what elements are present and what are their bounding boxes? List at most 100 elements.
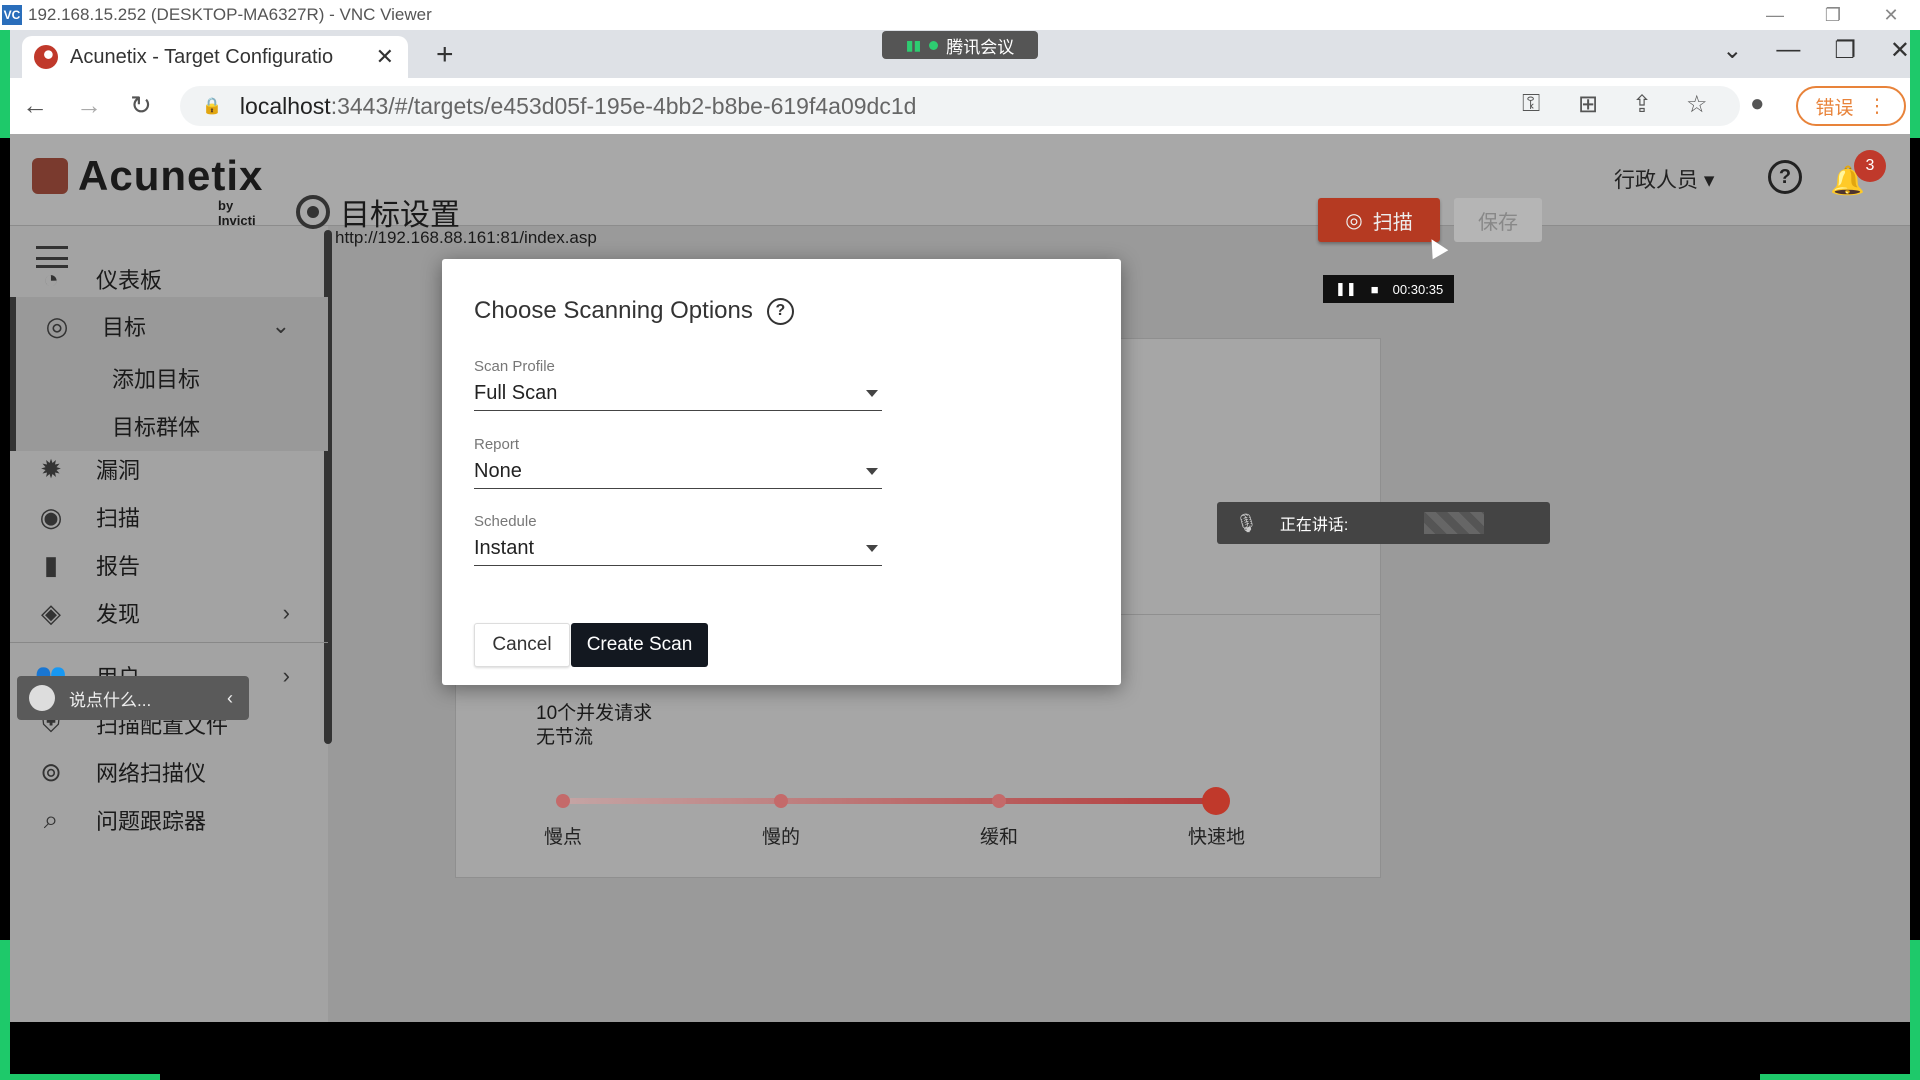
app-header: Acunetix by Invicti 行政人员 ▾ ? 🔔 3 <box>10 134 1910 228</box>
slider-stop[interactable] <box>556 794 570 808</box>
schedule-select[interactable]: Instant <box>474 532 882 566</box>
modal-title: Choose Scanning Options ? <box>474 297 794 325</box>
browser-close-icon[interactable]: ✕ <box>1890 36 1910 65</box>
lock-icon: 🔒 <box>202 98 222 115</box>
modal-title-text: Choose Scanning Options <box>474 297 753 324</box>
network-radar-icon: ⊚ <box>40 756 62 787</box>
chat-input-hint[interactable]: 说点什么... ‹ <box>17 676 249 720</box>
sidebar-item-label: 问题跟踪器 <box>96 809 207 834</box>
slider-label: 缓和 <box>980 827 1019 848</box>
help-icon[interactable]: ? <box>766 297 794 325</box>
speaker-avatar <box>1424 512 1485 534</box>
save-button[interactable]: 保存 <box>1454 198 1542 242</box>
url-host: localhost <box>239 92 331 119</box>
green-frame-right-bottom <box>1910 940 1920 1080</box>
new-tab-icon[interactable]: + <box>436 38 454 72</box>
more-menu-icon: ⋮ <box>1867 95 1887 117</box>
vnc-title-bar: VC 192.168.15.252 (DESKTOP-MA6327R) - VN… <box>0 0 1920 30</box>
vnc-restore-icon[interactable]: ❐ <box>1804 0 1862 30</box>
acunetix-logo[interactable]: Acunetix by Invicti <box>32 152 263 228</box>
help-icon[interactable]: ? <box>1768 160 1802 194</box>
report-select[interactable]: None <box>474 455 882 489</box>
notification-badge: 3 <box>1854 150 1886 182</box>
forward-icon[interactable]: → <box>76 90 102 121</box>
recording-time: 00:30:35 <box>1392 281 1444 297</box>
sidebar-item-label: 目标 <box>102 315 147 340</box>
user-menu[interactable]: 行政人员 ▾ <box>1614 164 1714 194</box>
error-label: 错误 <box>1815 97 1854 119</box>
sidebar-item-label: 扫描 <box>96 506 141 531</box>
browser-minimize-icon[interactable]: — <box>1776 36 1800 65</box>
slider-thumb[interactable] <box>1202 787 1230 815</box>
bookmark-star-icon[interactable]: ☆ <box>1686 90 1708 119</box>
recording-controls: ❚❚ ■ 00:30:35 <box>1323 275 1454 303</box>
slider-label: 快速地 <box>1188 827 1246 848</box>
scan-options-modal: Choose Scanning Options ? Scan Profile F… <box>442 259 1121 685</box>
share-icon[interactable]: ⇪ <box>1632 90 1652 119</box>
reload-icon[interactable]: ↻ <box>130 90 152 121</box>
scan-profile-select[interactable]: Full Scan <box>474 377 882 411</box>
scan-profile-label: Scan Profile <box>474 358 555 375</box>
signal-icon: ▮▮ <box>905 36 922 53</box>
url-path: :3443/#/targets/e453d05f-195e-4bb2-b8be-… <box>330 92 917 119</box>
scan-profile-value: Full Scan <box>474 382 558 404</box>
chat-hint-text: 说点什么... <box>69 690 152 710</box>
scan-speed-slider[interactable] <box>562 798 1218 804</box>
tab-close-icon[interactable]: ✕ <box>376 44 394 70</box>
sidebar-subitem-target-groups[interactable]: 目标群体 <box>112 410 200 442</box>
profile-icon[interactable]: ● <box>1750 90 1765 118</box>
browser-window-controls: ⌄ — ❐ ✕ <box>1722 36 1910 65</box>
translate-icon[interactable]: ⊞ <box>1578 90 1598 119</box>
url-input[interactable]: 🔒 localhost :3443/#/targets/e453d05f-195… <box>180 86 1740 126</box>
user-label: 行政人员 <box>1614 169 1698 192</box>
sidebar-item-issue-trackers[interactable]: ⌕ 问题跟踪器 <box>10 791 328 849</box>
concurrency-text: 10个并发请求 <box>536 703 653 724</box>
compass-icon: ◈ <box>41 597 61 628</box>
slider-label: 慢点 <box>544 827 583 848</box>
scan-button-label: 扫描 <box>1372 211 1413 234</box>
slider-stop[interactable] <box>992 794 1006 808</box>
schedule-value: Instant <box>474 537 535 559</box>
cancel-button[interactable]: Cancel <box>474 623 570 667</box>
file-icon: ▮ <box>43 549 59 580</box>
target-url: http://192.168.88.161:81/index.asp <box>335 228 597 247</box>
browser-restore-icon[interactable]: ❐ <box>1834 36 1856 65</box>
speedometer-icon: ◔ <box>43 263 59 294</box>
key-icon[interactable]: ⚿ <box>1522 90 1540 118</box>
speaking-label: 正在讲话: <box>1279 517 1349 534</box>
vnc-window-controls: — ❐ ✕ <box>1746 0 1920 30</box>
bug-icon: ✹ <box>40 453 62 484</box>
report-value: None <box>474 460 522 482</box>
acunetix-favicon-icon <box>34 45 58 69</box>
caret-down-icon <box>866 390 878 397</box>
create-scan-button[interactable]: Create Scan <box>571 623 708 667</box>
back-icon[interactable]: ← <box>22 90 48 121</box>
chevron-down-icon: ⌄ <box>271 313 290 338</box>
chevron-left-icon[interactable]: ‹ <box>227 688 233 709</box>
chevron-right-icon: › <box>282 600 290 625</box>
green-frame-left-bottom <box>0 940 10 1080</box>
tab-search-chevron-icon[interactable]: ⌄ <box>1722 36 1742 65</box>
green-frame-left-top <box>0 30 10 138</box>
caret-down-icon <box>866 545 878 552</box>
tab-title: Acunetix - Target Configuratio <box>70 45 334 68</box>
meeting-badge[interactable]: ▮▮ 腾讯会议 <box>882 31 1038 59</box>
sidebar-item-label: 网络扫描仪 <box>96 761 207 786</box>
sidebar-item-discovery[interactable]: ◈ 发现 › <box>10 584 328 642</box>
vnc-close-icon[interactable]: ✕ <box>1862 0 1920 30</box>
target-icon <box>296 195 330 229</box>
scan-button[interactable]: ◎ 扫描 <box>1318 198 1440 242</box>
stop-icon[interactable]: ■ <box>1371 282 1379 297</box>
target-icon: ◎ <box>45 310 69 341</box>
sidebar-item-targets[interactable]: ◎ 目标 ⌄ <box>10 297 328 355</box>
sidebar-subitem-add-target[interactable]: 添加目标 <box>112 362 200 394</box>
vnc-black-area <box>10 1022 1910 1074</box>
error-button[interactable]: 错误 ⋮ <box>1796 86 1906 126</box>
slider-stop[interactable] <box>774 794 788 808</box>
sidebar-item-label: 仪表板 <box>96 268 163 293</box>
meeting-label: 腾讯会议 <box>946 37 1015 57</box>
vnc-minimize-icon[interactable]: — <box>1746 0 1804 30</box>
pause-icon[interactable]: ❚❚ <box>1335 281 1357 297</box>
browser-tab-active[interactable]: Acunetix - Target Configuratio ✕ <box>22 36 408 78</box>
slider-label: 慢的 <box>762 827 801 848</box>
